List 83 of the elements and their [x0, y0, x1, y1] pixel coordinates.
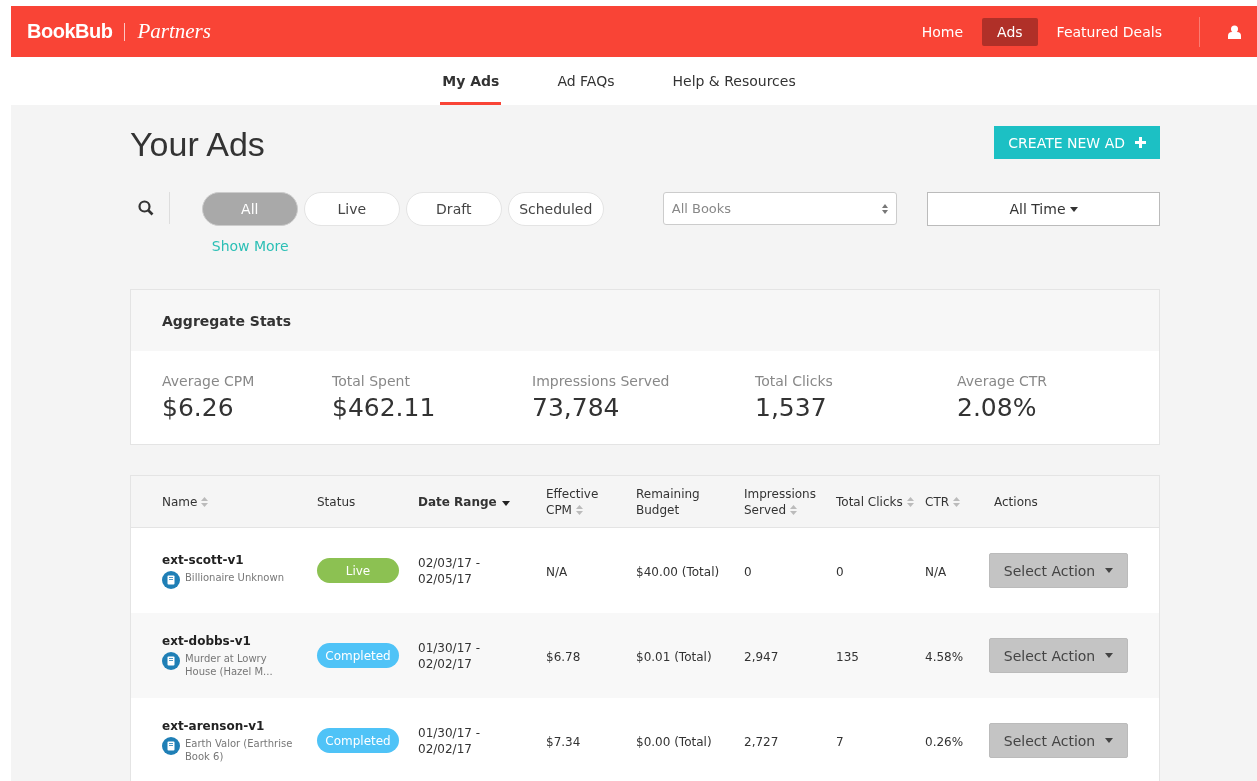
brand-logo[interactable]: BookBub — [27, 20, 113, 43]
card-title: Aggregate Stats — [131, 290, 1159, 351]
sort-icon[interactable] — [575, 505, 583, 515]
column-header[interactable]: Effective CPM — [546, 485, 628, 518]
status-badge: Live — [317, 558, 399, 583]
sub-nav-tab[interactable]: Help & Resources — [670, 57, 798, 105]
table-cell: 7 — [836, 735, 844, 749]
sort-icon[interactable] — [790, 505, 798, 515]
stat-value: 2.08% — [957, 393, 1038, 422]
time-select[interactable]: All Time — [926, 192, 1160, 226]
book-icon — [162, 736, 180, 755]
date-start: 01/30/17 - — [418, 639, 482, 656]
date-end: 02/02/17 — [418, 740, 473, 757]
sort-icon[interactable] — [201, 497, 209, 507]
stat-label: Total Spent — [332, 373, 411, 389]
stat-label: Impressions Served — [532, 373, 671, 389]
stat-value: 1,537 — [755, 393, 828, 422]
table-cell: N/A — [925, 565, 947, 579]
ad-name[interactable]: ext-scott-v1 — [162, 552, 317, 567]
ad-name[interactable]: ext-arenson-v1 — [162, 718, 317, 733]
sort-icon[interactable] — [953, 497, 961, 507]
stat-value: $6.26 — [162, 393, 235, 422]
plus-icon — [1135, 137, 1146, 148]
table-cell: 135 — [836, 650, 859, 664]
nav-link[interactable]: Featured Deals — [1041, 17, 1177, 46]
column-header[interactable]: Total Clicks — [836, 493, 918, 510]
ad-name[interactable]: ext-dobbs-v1 — [162, 633, 317, 648]
column-header[interactable]: CTR — [925, 493, 994, 510]
filter-pill[interactable]: Live — [303, 192, 400, 226]
book-title: Murder at Lowry House (Hazel M... — [185, 651, 274, 678]
select-action-button[interactable]: Select Action — [989, 638, 1128, 673]
column-header[interactable]: Name — [162, 493, 244, 510]
status-badge: Completed — [317, 643, 399, 668]
caret-icon — [1069, 206, 1078, 212]
column-header: Actions — [994, 493, 1039, 510]
select-action-button[interactable]: Select Action — [989, 553, 1128, 588]
sort-caret-icon — [501, 500, 510, 506]
column-header[interactable]: Date Range — [418, 493, 546, 510]
table-cell: $6.78 — [546, 650, 581, 664]
column-header[interactable]: Impressions Served — [744, 485, 826, 518]
table-cell: 0.26% — [925, 735, 964, 749]
table-cell: $0.01 (Total) — [636, 650, 712, 664]
caret-icon — [1105, 568, 1114, 573]
table-cell: 4.58% — [925, 650, 964, 664]
select-arrows-icon — [881, 203, 888, 214]
column-header: Status — [317, 493, 357, 510]
stat-label: Total Clicks — [755, 373, 834, 389]
book-icon — [162, 651, 180, 670]
caret-icon — [1105, 653, 1114, 658]
date-start: 02/03/17 - — [418, 554, 482, 571]
page-title: Your Ads — [130, 125, 265, 164]
table-cell: $0.00 (Total) — [636, 735, 712, 749]
table-cell: 2,947 — [744, 650, 779, 664]
date-end: 02/02/17 — [418, 655, 473, 672]
sort-icon[interactable] — [906, 497, 914, 507]
table-cell: 0 — [744, 565, 752, 579]
book-icon — [162, 570, 180, 589]
stat-value: $462.11 — [332, 393, 437, 422]
date-end: 02/05/17 — [418, 570, 473, 587]
sub-nav-tab[interactable]: Ad FAQs — [555, 57, 617, 105]
table-cell: N/A — [546, 565, 568, 579]
filter-pill[interactable]: Draft — [405, 192, 502, 226]
stat-label: Average CTR — [957, 373, 1048, 389]
caret-icon — [1105, 738, 1114, 743]
select-action-button[interactable]: Select Action — [989, 723, 1128, 758]
table-cell: $7.34 — [546, 735, 581, 749]
nav-link[interactable]: Home — [906, 17, 979, 46]
table-cell: 0 — [836, 565, 844, 579]
filter-pill[interactable]: Scheduled — [507, 192, 604, 226]
table-cell: 2,727 — [744, 735, 779, 749]
search-icon[interactable] — [138, 200, 154, 216]
column-header: Remaining Budget — [636, 485, 701, 518]
book-title: Earth Valor (Earthrise Book 6) — [185, 736, 294, 763]
stat-value: 73,784 — [532, 393, 621, 422]
stat-label: Average CPM — [162, 373, 256, 389]
date-start: 01/30/17 - — [418, 724, 482, 741]
books-select[interactable]: All Books — [662, 192, 897, 225]
user-icon[interactable] — [1228, 24, 1241, 39]
brand-subtitle: Partners — [137, 19, 211, 44]
nav-link[interactable]: Ads — [982, 17, 1038, 46]
table-cell: $40.00 (Total) — [636, 565, 720, 579]
status-badge: Completed — [317, 728, 399, 753]
book-title: Billionaire Unknown — [185, 570, 285, 584]
